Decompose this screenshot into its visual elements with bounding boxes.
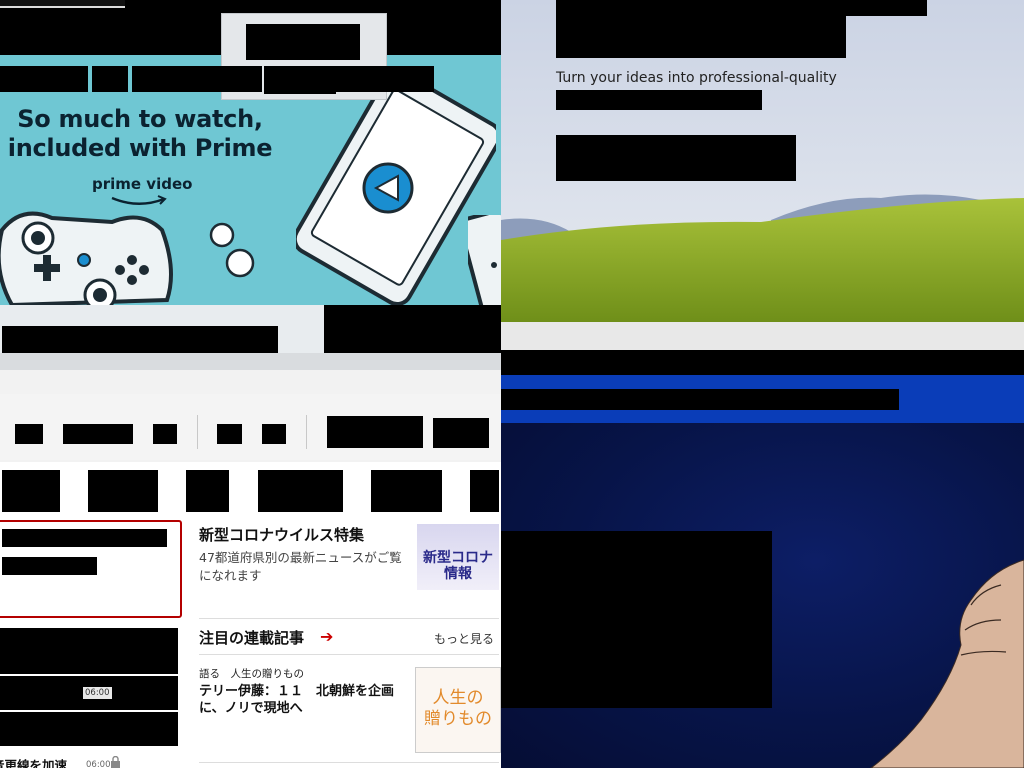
redacted-tab[interactable]	[470, 470, 499, 512]
dark-blue-slide	[501, 350, 1024, 768]
search-bar-gap	[298, 305, 324, 353]
popcorn-icon	[209, 222, 255, 278]
article-thumb-text: 人生の 贈りもの	[418, 688, 498, 730]
redacted-header-text	[501, 389, 899, 410]
redacted-tab[interactable]	[258, 470, 343, 512]
toolbar-separator	[306, 415, 307, 449]
redacted-toolbar-item[interactable]	[262, 424, 286, 444]
redacted-nav-item[interactable]	[387, 20, 427, 50]
redacted-nav-item[interactable]	[0, 20, 48, 50]
redacted-nav-item[interactable]	[52, 20, 150, 50]
news-portal-panel: 新型コロナウイルス特集 47都道府県別の最新ニュースがご覧になれます 新型コロナ…	[0, 370, 501, 768]
landscape-slide: Turn your ideas into professional-qualit…	[501, 0, 1024, 350]
article-category: 語る 人生の贈りもの	[199, 668, 304, 680]
top-divider	[0, 6, 125, 8]
redacted-block	[556, 0, 927, 16]
redacted-alert-text	[2, 529, 167, 547]
prime-headline: So much to watch, included with Prime	[0, 105, 280, 163]
redacted-toolbar-item[interactable]	[217, 424, 242, 444]
slide-bottom-bar	[501, 322, 1024, 350]
redacted-tab[interactable]	[88, 470, 158, 512]
redacted-button[interactable]	[324, 305, 501, 353]
article-title-link[interactable]: テリー伊藤：１１ 北朝鮮を企画に、ノリで現地へ	[199, 683, 413, 717]
redacted-tab[interactable]	[371, 470, 442, 512]
divider	[199, 654, 499, 655]
alert-box[interactable]	[0, 520, 182, 618]
side-list-headline[interactable]: 音更線を加速	[0, 755, 67, 768]
redacted-nav-item[interactable]	[440, 20, 501, 50]
redacted-nav-item[interactable]	[266, 66, 434, 92]
redacted-nav-item[interactable]	[0, 66, 88, 92]
play-button-icon	[362, 162, 414, 214]
redacted-tab[interactable]	[2, 470, 60, 512]
redacted-cta-button[interactable]	[556, 135, 796, 181]
featured-series-heading: 注目の連載記事	[199, 629, 305, 647]
redacted-toolbar-item[interactable]	[153, 424, 177, 444]
redacted-side-list-item[interactable]	[0, 628, 178, 674]
redacted-side-list-item[interactable]	[0, 712, 178, 746]
prime-headline-line1: So much to watch,	[17, 105, 263, 133]
slide-subtitle: Turn your ideas into professional-qualit…	[556, 70, 837, 86]
article-thumbnail[interactable]: 人生の 贈りもの	[415, 667, 501, 753]
redacted-content-block	[501, 531, 772, 708]
game-controller-icon	[0, 211, 173, 305]
corona-feature-thumbnail[interactable]: 新型コロナ 情報	[417, 524, 499, 590]
news-category-tabs	[0, 462, 501, 512]
news-content-area: 新型コロナウイルス特集 47都道府県別の最新ニュースがご覧になれます 新型コロナ…	[0, 512, 501, 768]
prime-headline-line2: included with Prime	[7, 134, 273, 162]
corona-thumb-line2: 情報	[444, 566, 472, 582]
article-thumb-line2: 贈りもの	[424, 709, 492, 729]
corona-feature-title[interactable]: 新型コロナウイルス特集	[199, 524, 364, 545]
redacted-search-field[interactable]	[2, 326, 278, 353]
toolbar-separator	[197, 415, 198, 449]
divider	[199, 618, 499, 619]
divider	[199, 762, 499, 763]
banner-bottom-divider	[0, 353, 501, 370]
lock-icon	[111, 756, 120, 768]
redacted-tab[interactable]	[186, 470, 229, 512]
phone-illustration	[468, 215, 501, 305]
redacted-nav-item[interactable]	[155, 20, 220, 50]
prime-video-logo: prime video	[92, 175, 193, 193]
redacted-nav-item[interactable]	[92, 66, 128, 92]
corona-feature-description: 47都道府県別の最新ニュースがご覧になれます	[199, 550, 402, 583]
redacted-nav-item[interactable]	[132, 66, 262, 92]
time-stamp: 06:00	[86, 760, 111, 768]
redacted-alert-text	[2, 557, 97, 575]
redacted-toolbar-item[interactable]	[63, 424, 133, 444]
redacted-toolbar-item[interactable]	[15, 424, 43, 444]
redacted-text	[556, 90, 762, 110]
redacted-toolbar-button[interactable]	[327, 416, 423, 448]
corona-thumb-text: 新型コロナ 情報	[417, 550, 499, 582]
hand-illustration	[870, 559, 1024, 768]
corona-thumb-line1: 新型コロナ	[423, 550, 493, 566]
time-badge: 06:00	[83, 687, 112, 699]
news-toolbar	[0, 394, 501, 460]
redacted-menu-item[interactable]	[246, 24, 360, 60]
see-more-link[interactable]: もっと見る	[434, 630, 494, 647]
tablet-illustration	[296, 75, 496, 305]
article-thumb-line1: 人生の	[432, 688, 484, 708]
prime-promo-panel: So much to watch, included with Prime pr…	[0, 0, 501, 370]
redacted-toolbar-button[interactable]	[433, 418, 489, 448]
arrow-right-icon[interactable]: ➔	[320, 627, 333, 646]
redacted-title	[556, 16, 846, 58]
